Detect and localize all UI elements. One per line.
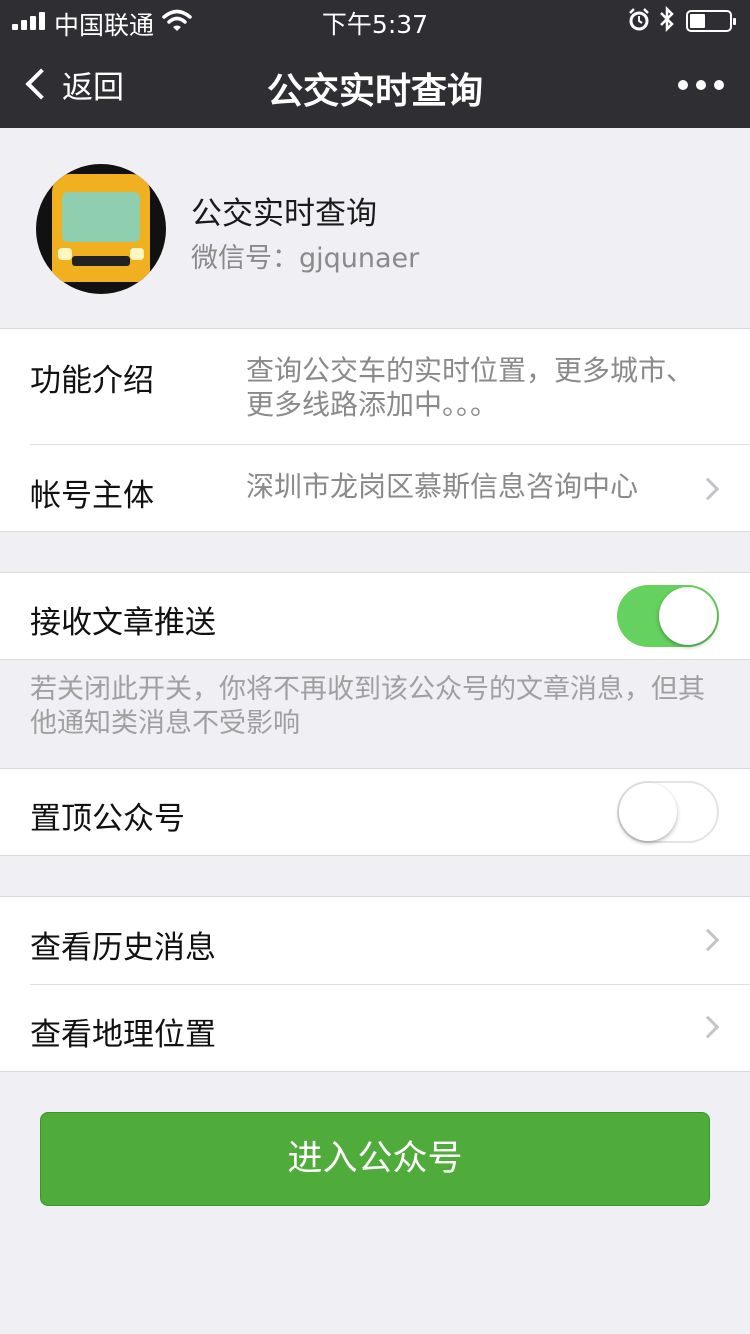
intro-value: 查询公交车的实时位置，更多城市、更多线路添加中。。。 <box>246 354 695 421</box>
account-name: 公交实时查询 <box>191 196 377 232</box>
push-note: 若关闭此开关，你将不再收到该公众号的文章消息，但其他通知类消息不受影响 <box>30 674 705 739</box>
info-group: 功能介绍 查询公交车的实时位置，更多城市、更多线路添加中。。。 帐号主体 深圳市… <box>0 328 750 532</box>
location-row[interactable]: 查看地理位置 <box>0 985 750 1072</box>
pin-group: 置顶公众号 <box>0 768 750 856</box>
account-profile: 公交实时查询 微信号：gjqunaer <box>0 128 750 328</box>
links-group: 查看历史消息 查看地理位置 <box>0 896 750 1072</box>
account-owner-label: 帐号主体 <box>30 478 154 514</box>
navigation-bar: 中国联通 下午5:37 返回 公交实时查询 <box>0 0 750 128</box>
pin-label: 置顶公众号 <box>30 801 185 837</box>
push-toggle[interactable] <box>617 585 719 647</box>
account-owner-row[interactable]: 帐号主体 深圳市龙岗区慕斯信息咨询中心 <box>0 445 750 533</box>
page-title: 公交实时查询 <box>266 71 483 112</box>
chevron-right-icon <box>696 1015 720 1039</box>
enter-account-button[interactable]: 进入公众号 <box>40 1112 710 1206</box>
bus-icon <box>52 174 150 282</box>
intro-label: 功能介绍 <box>30 363 154 399</box>
status-bar: 中国联通 下午5:37 <box>0 0 750 42</box>
pin-toggle[interactable] <box>617 781 719 843</box>
location-label: 查看地理位置 <box>30 1017 216 1053</box>
push-group: 接收文章推送 <box>0 572 750 660</box>
alarm-icon <box>629 8 649 31</box>
avatar[interactable] <box>36 164 166 294</box>
history-label: 查看历史消息 <box>30 930 216 966</box>
bluetooth-icon <box>660 6 674 32</box>
history-row[interactable]: 查看历史消息 <box>0 897 750 984</box>
intro-row: 功能介绍 查询公交车的实时位置，更多城市、更多线路添加中。。。 <box>0 329 750 444</box>
chevron-right-icon <box>696 928 720 952</box>
push-label: 接收文章推送 <box>30 605 216 641</box>
battery-icon <box>686 10 736 32</box>
more-icon[interactable] <box>678 80 724 90</box>
account-owner-value: 深圳市龙岗区慕斯信息咨询中心 <box>246 470 639 503</box>
wechat-id: 微信号：gjqunaer <box>191 243 420 274</box>
